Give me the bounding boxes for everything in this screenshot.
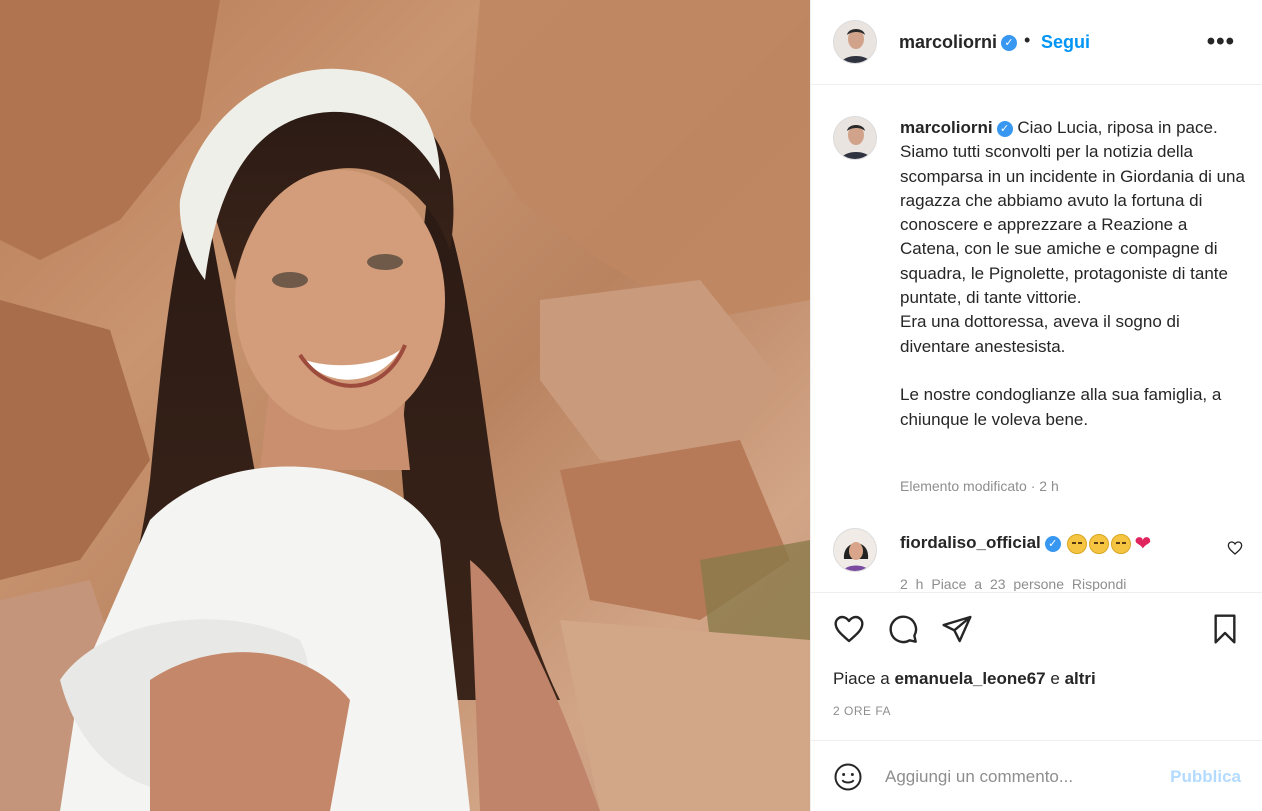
caption-avatar-image [834, 117, 876, 159]
likes-user-link[interactable]: emanuela_leone67 [894, 669, 1045, 688]
post-actions: Piace a emanuela_leone67 e altri 2 ORE F… [811, 592, 1262, 740]
comment-like-icon[interactable] [1227, 540, 1243, 561]
more-options-icon[interactable]: ••• [1207, 28, 1235, 56]
post-timestamp[interactable]: 2 ORE FA [833, 704, 891, 718]
post-side-panel: marcoliorni ✓ • Segui ••• marcoliorni ✓ Ci… [810, 0, 1262, 811]
caption-text: Ciao Lucia, riposa in pace. Siamo tutti … [900, 118, 1245, 429]
disappointed-face-icon [1111, 533, 1132, 554]
verified-badge-icon: ✓ [1001, 35, 1018, 52]
disappointed-face-icon [1067, 533, 1088, 554]
comment-meta[interactable]: 2 h Piace a 23 persone Rispondi [900, 576, 1126, 591]
commenter-username[interactable]: fiordaliso_official [900, 533, 1041, 552]
add-comment-input[interactable] [885, 763, 1155, 791]
caption-edited-timestamp: Elemento modificato · 2 h [900, 478, 1059, 494]
bookmark-save-icon[interactable] [1209, 613, 1241, 645]
post-caption: marcoliorni ✓ Ciao Lucia, riposa in pace.… [900, 116, 1245, 432]
likes-others-link[interactable]: altri [1065, 669, 1096, 688]
disappointed-face-icon [1089, 533, 1110, 554]
post-photo[interactable] [0, 0, 810, 811]
comment-bubble-icon[interactable] [887, 613, 919, 645]
publish-button[interactable]: Pubblica [1170, 767, 1241, 787]
add-comment-bar: Pubblica [811, 740, 1262, 811]
photo-illustration [0, 0, 810, 811]
paper-plane-share-icon[interactable] [941, 613, 973, 645]
likes-suffix-conj: e [1050, 669, 1060, 688]
author-avatar[interactable] [833, 20, 877, 64]
author-username-text[interactable]: marcoliorni [899, 32, 997, 52]
comment-item: fiordaliso_official ✓ ❤ [900, 531, 1151, 556]
separator-dot: • [1024, 30, 1031, 50]
likes-summary: Piace a emanuela_leone67 e altri [833, 669, 1096, 689]
like-heart-icon[interactable] [833, 613, 865, 645]
red-heart-icon: ❤ [1134, 533, 1152, 555]
commenter-avatar[interactable] [833, 528, 877, 572]
verified-badge-icon: ✓ [996, 120, 1013, 137]
comments-section[interactable]: marcoliorni ✓ Ciao Lucia, riposa in pace.… [811, 86, 1262, 591]
author-username[interactable]: marcoliorni ✓ [899, 32, 1018, 53]
commenter-avatar-image [834, 529, 876, 571]
post-header: marcoliorni ✓ • Segui ••• [811, 0, 1262, 85]
follow-button[interactable]: Segui [1041, 32, 1090, 53]
verified-badge-icon: ✓ [1044, 535, 1061, 552]
caption-username[interactable]: marcoliorni [900, 118, 993, 137]
caption-author-avatar[interactable] [833, 116, 877, 160]
author-avatar-image [834, 21, 876, 63]
smiley-emoji-icon[interactable] [833, 762, 863, 792]
likes-prefix: Piace a [833, 669, 890, 688]
